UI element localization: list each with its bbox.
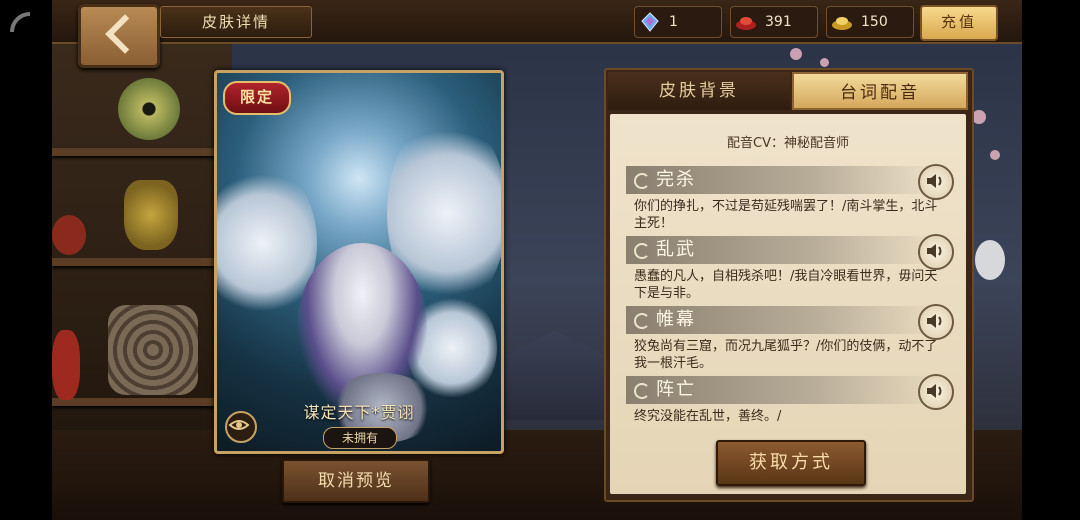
voice-line-header: 帷幕 <box>626 306 938 334</box>
resource-gold-value: 150 <box>861 14 888 30</box>
blossom-decoration <box>820 58 829 67</box>
voice-line-header: 阵亡 <box>626 376 938 404</box>
right-letterbox <box>1020 0 1080 520</box>
left-letterbox <box>0 0 52 520</box>
voice-line-header: 乱武 <box>626 236 938 264</box>
blossom-decoration <box>790 48 802 60</box>
blossom-decoration <box>972 110 986 124</box>
ruby-ingot-icon <box>736 17 756 30</box>
game-screen: 皮肤详情 1 391 150 充值 限定 谋定天下*贾诩 未拥有 取消预览 皮肤… <box>0 0 1080 520</box>
system-status-icon <box>10 12 31 33</box>
speaker-icon <box>927 384 942 398</box>
cloud-ornament-icon <box>634 313 650 329</box>
back-button[interactable] <box>78 4 160 68</box>
cloud-ornament-icon <box>634 243 650 259</box>
blossom-decoration <box>975 240 1005 280</box>
speaker-icon <box>927 174 942 188</box>
skin-info-panel: 皮肤背景 台词配音 配音CV：神秘配音师 完杀 你们的挣扎，不过是苟延残喘罢了！… <box>604 68 974 502</box>
skin-name: 谋定天下*贾诩 <box>303 403 415 422</box>
resource-gold: 150 <box>826 6 914 38</box>
chevron-left-icon <box>105 14 145 54</box>
voice-line-text: 终究没能在乱世，善终。/ <box>634 409 782 424</box>
resource-ruby: 391 <box>730 6 818 38</box>
voice-line-header: 完杀 <box>626 166 938 194</box>
voice-line-title: 帷幕 <box>656 309 696 330</box>
resource-crystal: 1 <box>634 6 722 38</box>
shelf-plank <box>52 398 232 406</box>
speaker-icon <box>927 314 942 328</box>
blossom-decoration <box>990 150 1000 160</box>
cloud-ornament-icon <box>634 173 650 189</box>
skin-card: 限定 谋定天下*贾诩 未拥有 <box>214 70 504 454</box>
crystal-icon <box>641 12 659 32</box>
jade-disc-ornament <box>118 78 180 140</box>
play-voice-button[interactable] <box>918 234 954 270</box>
ownership-status: 未拥有 <box>323 427 397 449</box>
tab-skin-background[interactable]: 皮肤背景 <box>608 72 790 110</box>
voice-actor-credit: 配音CV：神秘配音师 <box>727 136 849 151</box>
voice-line-title: 乱武 <box>656 239 696 260</box>
limited-badge: 限定 <box>223 81 291 115</box>
bronze-vessel-ornament <box>124 180 178 250</box>
red-vase-ornament <box>52 330 80 400</box>
play-voice-button[interactable] <box>918 374 954 410</box>
voice-line-text: 狡兔尚有三窟，而况九尾狐乎？/你们的伎俩，动不了我一根汗毛。 <box>634 339 938 371</box>
red-lacquer-box-ornament <box>52 215 86 255</box>
recharge-button[interactable]: 充值 <box>920 5 998 41</box>
voice-line-text: 你们的挣扎，不过是苟延残喘罢了！/南斗掌生，北斗主死！ <box>634 199 938 231</box>
voice-line-title: 完杀 <box>656 169 696 190</box>
cloud-ornament-icon <box>634 383 650 399</box>
page-title: 皮肤详情 <box>160 6 312 38</box>
voice-lines-sheet: 配音CV：神秘配音师 完杀 你们的挣扎，不过是苟延残喘罢了！/南斗掌生，北斗主死… <box>610 114 966 494</box>
shelf-plank <box>52 148 232 156</box>
obtain-method-button[interactable]: 获取方式 <box>716 440 866 486</box>
play-voice-button[interactable] <box>918 304 954 340</box>
speaker-icon <box>927 244 942 258</box>
play-voice-button[interactable] <box>918 164 954 200</box>
tab-voice-lines[interactable]: 台词配音 <box>792 72 968 110</box>
gold-ingot-icon <box>832 17 852 30</box>
scroll-stack-ornament <box>108 305 198 395</box>
voice-line-title: 阵亡 <box>656 379 696 400</box>
voice-line-text: 愚蠢的凡人，自相残杀吧！/我自冷眼看世界，毋问天下是与非。 <box>634 269 938 301</box>
resource-ruby-value: 391 <box>765 14 792 30</box>
resource-crystal-value: 1 <box>669 14 678 30</box>
cancel-preview-button[interactable]: 取消预览 <box>282 459 430 503</box>
shelf-plank <box>52 258 232 266</box>
